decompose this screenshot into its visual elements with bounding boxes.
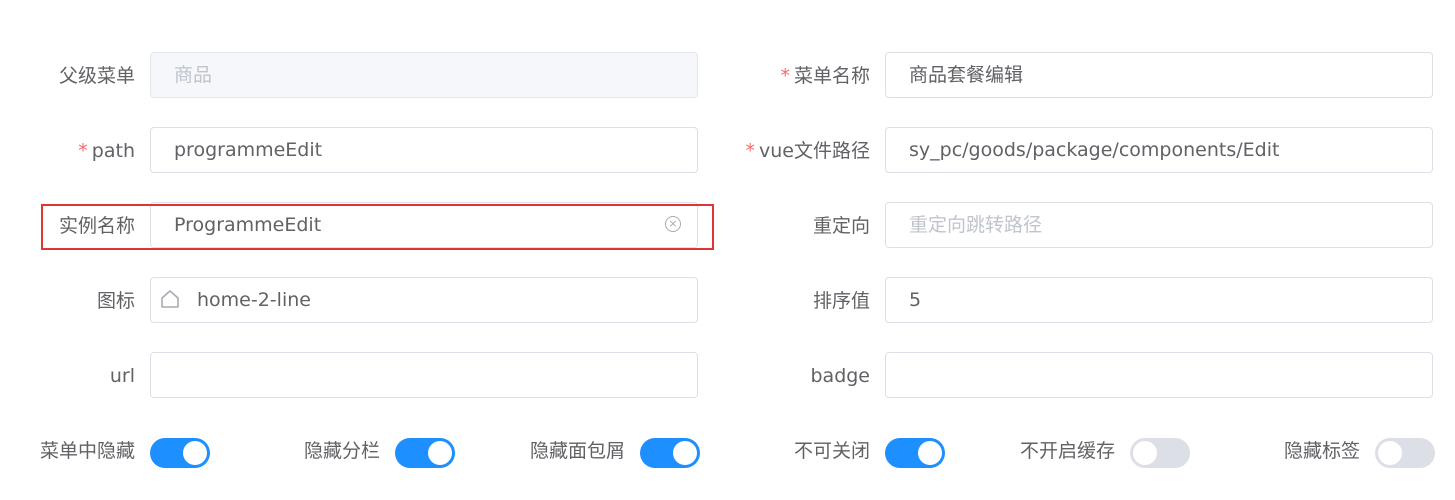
switch-label-hide-in-menu: 菜单中隐藏: [39, 440, 135, 462]
redirect-placeholder: 重定向跳转路径: [909, 214, 1043, 236]
switch-knob: [1378, 441, 1402, 465]
path-label: * path: [78, 140, 135, 162]
menu-name-input[interactable]: 商品套餐编辑: [885, 52, 1433, 98]
instance-name-input[interactable]: ProgrammeEdit ×: [150, 202, 698, 248]
instance-name-label: 实例名称: [58, 215, 135, 237]
switch-hide-breadcrumb[interactable]: [640, 438, 700, 468]
switch-knob: [183, 441, 207, 465]
sort-input[interactable]: 5: [885, 277, 1433, 323]
redirect-input[interactable]: 重定向跳转路径: [885, 202, 1433, 248]
switch-label-not-closable: 不可关闭: [793, 440, 870, 462]
switch-hide-tag[interactable]: [1375, 438, 1435, 468]
switch-no-cache[interactable]: [1130, 438, 1190, 468]
url-label: url: [109, 365, 135, 387]
icon-input[interactable]: home-2-line: [150, 277, 698, 323]
path-input[interactable]: programmeEdit: [150, 127, 698, 173]
switch-knob: [1133, 441, 1157, 465]
sort-label: 排序值: [812, 290, 870, 312]
switch-hide-in-menu[interactable]: [150, 438, 210, 468]
vue-file-path-label: * vue文件路径: [745, 140, 870, 162]
redirect-label: 重定向: [812, 215, 870, 237]
menu-name-label: * 菜单名称: [780, 65, 870, 87]
switch-knob: [673, 441, 697, 465]
parent-menu-input: 商品: [150, 52, 698, 98]
badge-label: badge: [810, 365, 870, 387]
url-input[interactable]: [150, 352, 698, 398]
switch-not-closable[interactable]: [885, 438, 945, 468]
circle-close-icon[interactable]: ×: [665, 216, 681, 232]
switch-label-hide-breadcrumb: 隐藏面包屑: [529, 440, 625, 462]
switch-label-no-cache: 不开启缓存: [1019, 440, 1115, 462]
vue-file-path-input[interactable]: sy_pc/goods/package/components/Edit: [885, 127, 1433, 173]
switch-hide-column[interactable]: [395, 438, 455, 468]
switch-label-hide-column: 隐藏分栏: [303, 440, 380, 462]
home-icon: [161, 290, 179, 308]
parent-menu-label: 父级菜单: [58, 65, 135, 87]
switch-knob: [918, 441, 942, 465]
badge-input[interactable]: [885, 352, 1433, 398]
switch-knob: [428, 441, 452, 465]
switch-label-hide-tag: 隐藏标签: [1283, 440, 1360, 462]
icon-label: 图标: [96, 290, 135, 312]
